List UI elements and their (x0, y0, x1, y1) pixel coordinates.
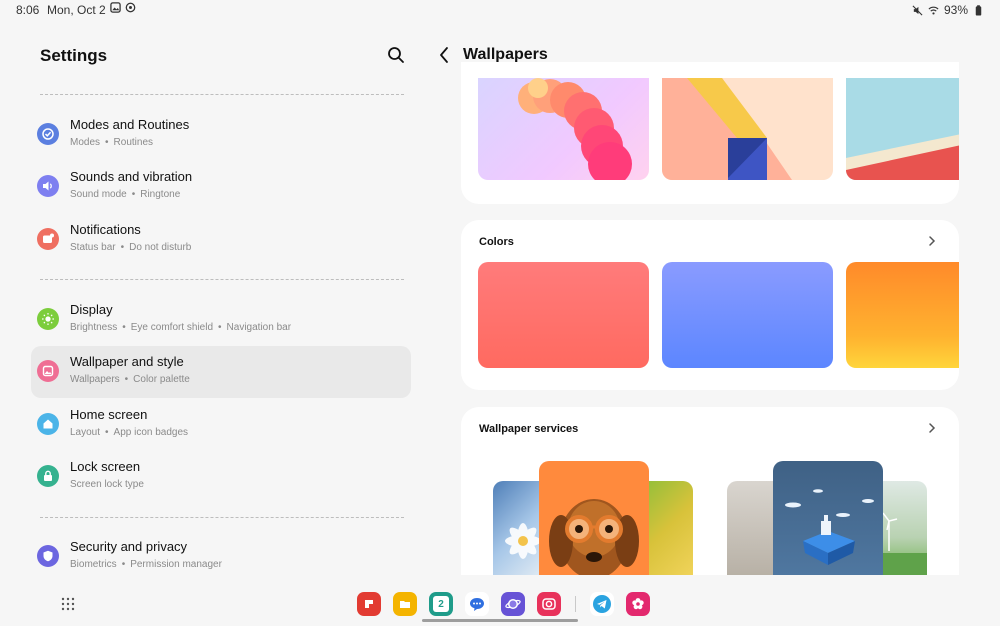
wallpaper-thumbnail-bubbles[interactable] (478, 78, 649, 180)
grid-icon (61, 597, 75, 611)
my-files-app[interactable] (393, 592, 417, 616)
settings-item-subtitle: Brightness • Eye comfort shield • Navigation… (70, 322, 292, 333)
modes-routines-icon (37, 123, 59, 145)
settings-item-subtitle: Layout • App icon badges (70, 427, 189, 438)
sun-icon (37, 308, 59, 330)
dock-separator (575, 596, 576, 612)
color-thumbnail-orange[interactable] (846, 262, 959, 368)
shield-icon (37, 545, 59, 567)
settings-item-title: Notifications (70, 222, 141, 237)
section-divider (40, 279, 404, 280)
status-system-icons: 93% (912, 3, 984, 17)
telegram-app[interactable] (590, 592, 614, 616)
settings-item-subtitle: Wallpapers • Color palette (70, 374, 190, 385)
colors-more-button[interactable] (925, 234, 939, 248)
search-button[interactable] (386, 45, 406, 65)
search-icon (388, 47, 404, 63)
colors-card: Colors (461, 220, 959, 390)
camera-app[interactable] (537, 592, 561, 616)
gallery-icon (110, 2, 121, 13)
settings-item-title: Modes and Routines (70, 117, 190, 132)
geometric-art (662, 78, 792, 180)
settings-item-lock-screen[interactable]: Lock screen Screen lock type (31, 451, 411, 503)
wallpaper-services-heading: Wallpaper services (479, 423, 579, 435)
settings-item-title: Wallpaper and style (70, 354, 184, 369)
settings-item-title: Lock screen (70, 459, 141, 474)
island-illustration (773, 461, 883, 575)
color-thumbnail-red[interactable] (478, 262, 649, 368)
notifications-icon (37, 228, 59, 250)
color-thumbnail-blue[interactable] (662, 262, 833, 368)
speaker-icon (37, 175, 59, 197)
internet-app[interactable] (501, 592, 525, 616)
section-divider (40, 94, 404, 95)
wallpaper-thumbnail-geometric[interactable] (662, 78, 833, 180)
wallpaper-services-card: Wallpaper services (461, 407, 959, 575)
folder-icon (400, 601, 410, 608)
flower-icon (632, 598, 644, 610)
settings-item-title: Sounds and vibration (70, 169, 193, 184)
dog-with-glasses-photo (539, 461, 649, 575)
settings-item-security-privacy[interactable]: Security and privacy Biometrics • Permissi… (31, 531, 411, 583)
mute-icon (912, 5, 923, 15)
settings-item-sounds-vibration[interactable]: Sounds and vibration Sound mode • Ringtone (31, 161, 411, 213)
chevron-right-icon (929, 423, 936, 433)
telegram-icon (593, 595, 611, 613)
flipboard-icon (365, 600, 373, 608)
wallpaper-icon (37, 360, 59, 382)
back-button[interactable] (436, 45, 454, 65)
sync-icon (125, 2, 136, 13)
settings-item-subtitle: Sound mode • Ringtone (70, 189, 181, 200)
section-divider (40, 517, 404, 518)
app-drawer-button[interactable] (60, 596, 76, 612)
page-title: Settings (40, 46, 108, 65)
status-notification-icons (110, 2, 136, 13)
settings-item-display[interactable]: Display Brightness • Eye comfort shield • Na… (31, 294, 411, 346)
chevron-left-icon (440, 47, 448, 63)
taskbar: 2 (357, 592, 650, 616)
wallpaper-services-more-button[interactable] (925, 421, 939, 435)
messages-app[interactable] (465, 592, 489, 616)
landscape-art (846, 134, 959, 180)
flipboard-app[interactable] (357, 592, 381, 616)
bubbles-art (518, 78, 632, 180)
calendar-app[interactable]: 2 (429, 592, 453, 616)
settings-item-subtitle: Biometrics • Permission manager (70, 559, 222, 570)
colors-heading: Colors (479, 236, 514, 248)
battery-percent: 93% (943, 3, 968, 17)
status-time: 8:06 (16, 3, 40, 17)
settings-item-title: Display (70, 302, 113, 317)
chevron-right-icon (929, 236, 936, 246)
settings-item-subtitle: Screen lock type (70, 479, 144, 490)
settings-item-subtitle: Modes • Routines (70, 137, 153, 148)
settings-item-title: Home screen (70, 407, 148, 422)
wallpaper-thumbnail-landscape[interactable] (846, 78, 959, 180)
settings-item-modes-routines[interactable]: Modes and Routines Modes • Routines (31, 109, 411, 161)
planet-icon (505, 599, 521, 609)
featured-wallpapers-card (461, 62, 959, 204)
settings-item-wallpaper-style[interactable]: Wallpaper and style Wallpapers • Color pal… (31, 346, 411, 398)
home-icon (37, 413, 59, 435)
status-date: Mon, Oct 2 (47, 3, 106, 17)
status-bar: 8:06 Mon, Oct 2 93% (0, 0, 1000, 20)
settings-item-home-screen[interactable]: Home screen Layout • App icon badges (31, 399, 411, 451)
settings-item-title: Security and privacy (70, 539, 188, 554)
wifi-icon (928, 6, 939, 15)
blossom-app[interactable] (626, 592, 650, 616)
messages-icon (470, 598, 484, 611)
settings-item-subtitle: Status bar • Do not disturb (70, 242, 192, 253)
home-indicator[interactable] (422, 619, 578, 622)
calendar-icon: 2 (433, 596, 449, 612)
battery-icon (975, 4, 982, 16)
lock-icon (37, 465, 59, 487)
camera-icon (542, 598, 556, 610)
settings-item-notifications[interactable]: Notifications Status bar • Do not disturb (31, 214, 411, 266)
